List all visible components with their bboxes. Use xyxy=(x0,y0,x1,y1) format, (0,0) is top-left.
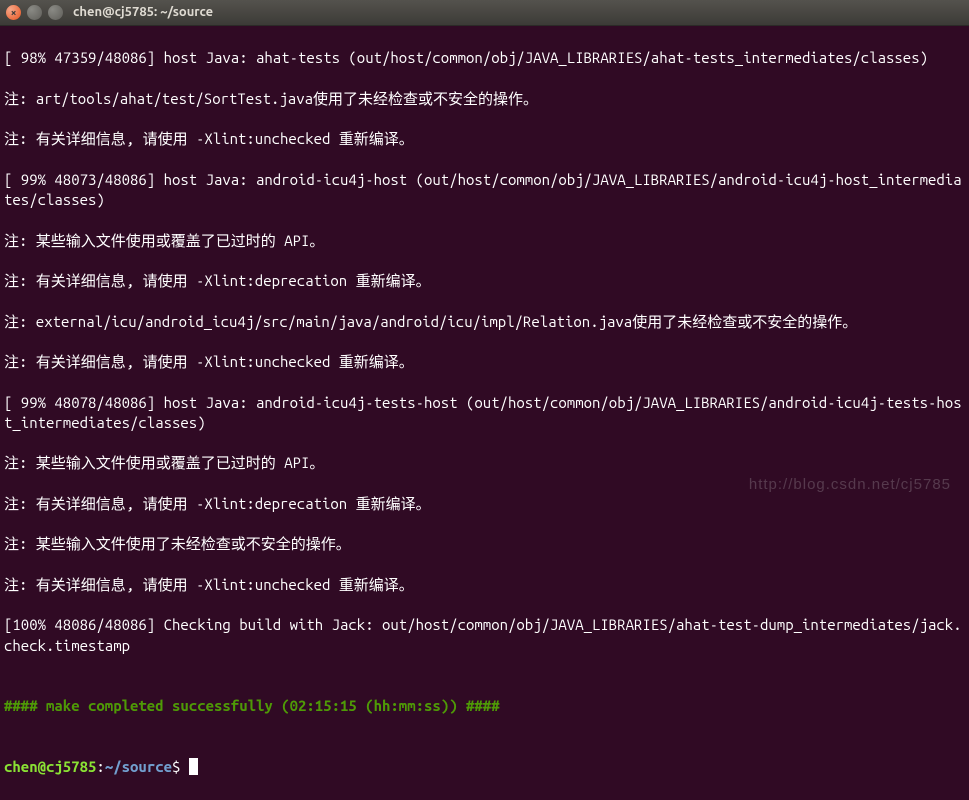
prompt-path: ~/source xyxy=(105,758,172,775)
output-line: [100% 48086/48086] Checking build with J… xyxy=(4,615,965,656)
output-line: 注: 某些输入文件使用或覆盖了已过时的 API。 xyxy=(4,231,965,251)
output-line: 注: 某些输入文件使用了未经检查或不安全的操作。 xyxy=(4,534,965,554)
prompt-user-host: chen@cj5785 xyxy=(4,758,96,775)
window-titlebar: × chen@cj5785: ~/source xyxy=(0,0,969,26)
prompt-line: chen@cj5785:~/source$ xyxy=(4,757,965,777)
prompt-separator: : xyxy=(96,758,104,775)
terminal-output[interactable]: [ 98% 47359/48086] host Java: ahat-tests… xyxy=(0,26,969,800)
output-line: 注: 有关详细信息, 请使用 -Xlint:unchecked 重新编译。 xyxy=(4,129,965,149)
output-line: 注: 某些输入文件使用或覆盖了已过时的 API。 xyxy=(4,453,965,473)
output-line: [ 99% 48073/48086] host Java: android-ic… xyxy=(4,170,965,211)
output-line: [ 98% 47359/48086] host Java: ahat-tests… xyxy=(4,48,965,68)
output-line: 注: 有关详细信息, 请使用 -Xlint:unchecked 重新编译。 xyxy=(4,575,965,595)
output-line: 注: art/tools/ahat/test/SortTest.java使用了未… xyxy=(4,89,965,109)
output-line: 注: external/icu/android_icu4j/src/main/j… xyxy=(4,312,965,332)
watermark-text: http://blog.csdn.net/cj5785 xyxy=(749,475,951,495)
minimize-icon[interactable] xyxy=(27,5,42,20)
output-line: 注: 有关详细信息, 请使用 -Xlint:unchecked 重新编译。 xyxy=(4,352,965,372)
window-title: chen@cj5785: ~/source xyxy=(73,4,213,22)
window-controls: × xyxy=(6,5,63,20)
output-line: [ 99% 48078/48086] host Java: android-ic… xyxy=(4,393,965,434)
maximize-icon[interactable] xyxy=(48,5,63,20)
cursor-icon xyxy=(189,758,198,775)
prompt-dollar: $ xyxy=(172,758,180,775)
output-line: 注: 有关详细信息, 请使用 -Xlint:deprecation 重新编译。 xyxy=(4,494,965,514)
close-icon[interactable]: × xyxy=(6,5,21,20)
success-message: #### make completed successfully (02:15:… xyxy=(4,696,965,716)
output-line: 注: 有关详细信息, 请使用 -Xlint:deprecation 重新编译。 xyxy=(4,271,965,291)
